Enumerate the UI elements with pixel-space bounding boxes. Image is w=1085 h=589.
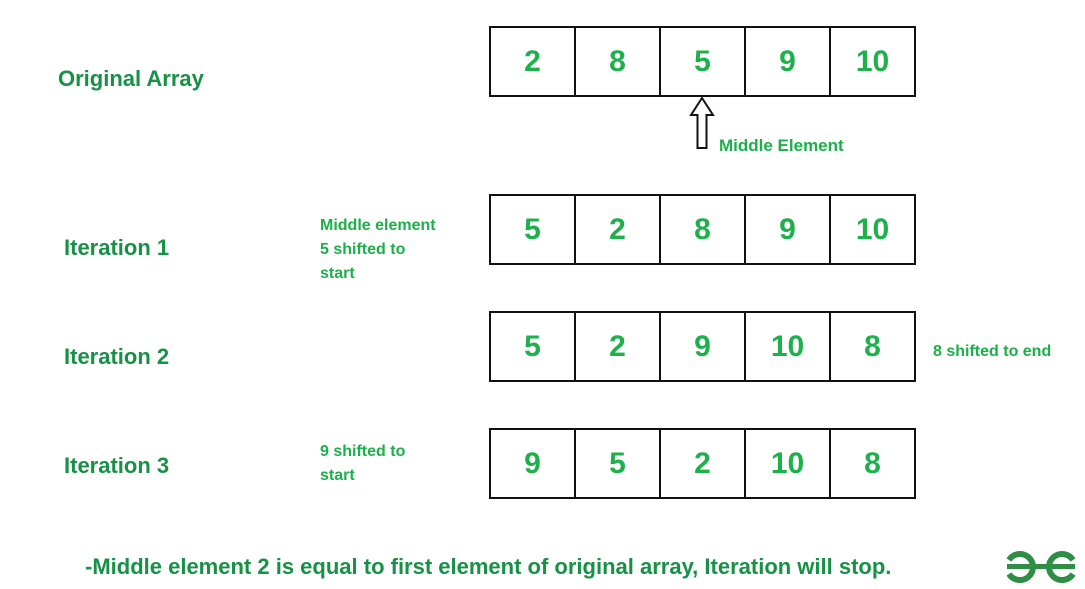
array-cell: 5: [491, 196, 576, 263]
array-cell: 10: [746, 430, 831, 497]
row-label-iteration-2: Iteration 2: [64, 344, 170, 369]
iteration-3-note: 9 shifted to start: [320, 440, 405, 488]
note-line: 5 shifted to: [320, 241, 406, 258]
row-label-original: Original Array: [58, 66, 204, 91]
array-cell: 10: [831, 196, 916, 263]
array-cell: 8: [661, 196, 746, 263]
array-cell: 2: [576, 313, 661, 380]
array-cell: 9: [491, 430, 576, 497]
array-cell: 8: [576, 28, 661, 95]
note-line: 9 shifted to: [320, 443, 406, 460]
footer-conclusion: -Middle element 2 is equal to first elem…: [85, 554, 892, 579]
row-label-iteration-1: Iteration 1: [64, 235, 170, 260]
array-cell: 9: [746, 28, 831, 95]
array-cell: 8: [831, 430, 916, 497]
array-original: 2 8 5 9 10: [489, 26, 916, 97]
array-cell: 10: [831, 28, 916, 95]
middle-element-label: Middle Element: [719, 136, 844, 155]
note-line: start: [320, 467, 355, 484]
up-arrow-icon: [689, 97, 715, 149]
row-label-iteration-3: Iteration 3: [64, 453, 170, 478]
array-cell: 10: [746, 313, 831, 380]
array-cell: 2: [661, 430, 746, 497]
array-cell: 5: [491, 313, 576, 380]
array-cell: 2: [576, 196, 661, 263]
array-cell: 8: [831, 313, 916, 380]
array-iteration-3: 9 5 2 10 8: [489, 428, 916, 499]
note-line: Middle element: [320, 217, 436, 234]
array-cell: 9: [661, 313, 746, 380]
array-iteration-2: 5 2 9 10 8: [489, 311, 916, 382]
array-iteration-1: 5 2 8 9 10: [489, 194, 916, 265]
array-cell: 5: [576, 430, 661, 497]
array-cell: 5: [661, 28, 746, 95]
array-cell: 9: [746, 196, 831, 263]
iteration-1-note: Middle element 5 shifted to start: [320, 214, 436, 286]
iteration-2-note: 8 shifted to end: [933, 343, 1052, 360]
geeksforgeeks-logo-icon: [1006, 551, 1076, 583]
note-line: start: [320, 265, 355, 282]
array-cell: 2: [491, 28, 576, 95]
